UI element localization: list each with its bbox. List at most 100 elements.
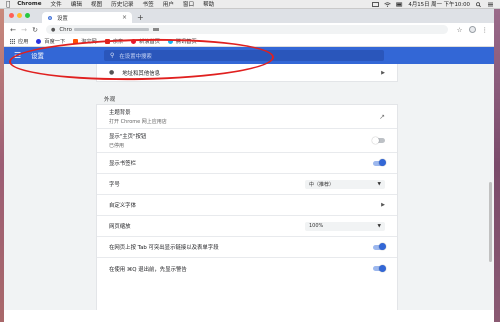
url-redacted-end bbox=[152, 28, 159, 31]
baidu-icon bbox=[36, 38, 42, 44]
warn-quit-toggle[interactable] bbox=[373, 264, 386, 272]
page-zoom-select[interactable]: 100% ▼ bbox=[305, 221, 385, 231]
back-button[interactable]: ← bbox=[10, 26, 16, 34]
bookmark-jd[interactable]: 京东 bbox=[104, 38, 124, 45]
more-menu-icon[interactable]: ⋮ bbox=[482, 26, 489, 34]
battery-icon[interactable] bbox=[396, 2, 403, 7]
home-button-toggle[interactable] bbox=[372, 136, 385, 144]
search-icon: ⚲ bbox=[110, 52, 115, 59]
wifi-icon[interactable] bbox=[384, 1, 392, 7]
tab-highlight-row[interactable]: 在网页上按 Tab 可突出显示链接以及表单字段 bbox=[97, 237, 397, 258]
tab-settings[interactable]: 设置 × bbox=[42, 12, 132, 23]
gear-icon bbox=[48, 15, 52, 20]
menu-help[interactable]: 帮助 bbox=[203, 0, 214, 8]
bookmarks-bar-row[interactable]: 显示书签栏 bbox=[97, 153, 397, 174]
sina-icon bbox=[131, 38, 137, 44]
row-label: 自定义字体 bbox=[109, 203, 136, 209]
avatar[interactable] bbox=[468, 25, 476, 33]
home-button-row[interactable]: 显示"主页"按钮 已停用 bbox=[97, 129, 397, 153]
notification-center-icon[interactable] bbox=[487, 2, 494, 7]
browser-toolbar: ← → ↻ ● Chro ☆ ⋮ bbox=[4, 23, 494, 36]
bookmark-label: 京东 bbox=[112, 38, 124, 45]
address-bar[interactable]: ● Chro bbox=[46, 25, 448, 34]
chrome-window: 设置 × + ← → ↻ ● Chro ☆ ⋮ 应用 百度一下 淘宝网 京东 新… bbox=[4, 9, 494, 322]
desktop-wallpaper-right bbox=[494, 8, 500, 322]
font-size-row: 字号 中（推荐） ▼ bbox=[97, 174, 397, 195]
apple-icon[interactable]:  bbox=[6, 0, 10, 8]
bookmark-label: 百度一下 bbox=[44, 38, 66, 45]
location-pin-icon: ● bbox=[109, 69, 115, 76]
chevron-right-icon: ▶ bbox=[381, 69, 385, 76]
bookmark-star-icon[interactable]: ☆ bbox=[457, 26, 463, 34]
tab-strip: 设置 × + bbox=[4, 9, 494, 23]
menu-edit[interactable]: 编辑 bbox=[71, 0, 82, 8]
row-label: 主题背景 bbox=[109, 110, 131, 116]
row-label: 网页缩放 bbox=[109, 224, 131, 230]
menu-file[interactable]: 文件 bbox=[51, 0, 62, 8]
new-tab-button[interactable]: + bbox=[137, 13, 144, 22]
reload-button[interactable]: ↻ bbox=[32, 26, 38, 34]
row-sublabel: 已停用 bbox=[109, 143, 125, 149]
address-row[interactable]: ● 地址和其他信息 ▶ bbox=[97, 64, 397, 81]
menu-window[interactable]: 窗口 bbox=[183, 0, 194, 8]
menu-people[interactable]: 用户 bbox=[163, 0, 174, 8]
menu-view[interactable]: 视图 bbox=[91, 0, 102, 8]
search-input[interactable]: ⚲ 在设置中搜索 bbox=[104, 50, 384, 61]
search-placeholder: 在设置中搜索 bbox=[119, 53, 152, 60]
settings-content: ● 地址和其他信息 ▶ 外观 主题背景 打开 Chrome 网上应用店 ↗ 显示… bbox=[4, 64, 494, 310]
chevron-right-icon: ▶ bbox=[381, 202, 385, 208]
menu-app[interactable]: Chrome bbox=[17, 1, 41, 7]
apps-grid-icon bbox=[10, 38, 15, 44]
site-info-icon[interactable]: ● bbox=[51, 27, 55, 33]
bookmark-taobao[interactable]: 淘宝网 bbox=[73, 38, 97, 45]
url-redacted bbox=[73, 28, 149, 31]
row-label: 在使用 ⌘Q 退出前，先显示警告 bbox=[109, 266, 187, 273]
url-text: Chro bbox=[59, 26, 72, 33]
taobao-icon bbox=[73, 38, 79, 44]
minimize-window-button[interactable] bbox=[17, 13, 22, 18]
appearance-card: 主题背景 打开 Chrome 网上应用店 ↗ 显示"主页"按钮 已停用 显示书签… bbox=[97, 105, 397, 310]
row-label: 地址和其他信息 bbox=[122, 70, 160, 77]
zoom-window-button[interactable] bbox=[25, 13, 30, 18]
dropdown-arrow-icon: ▼ bbox=[377, 181, 381, 187]
external-link-icon[interactable]: ↗ bbox=[379, 113, 385, 121]
hamburger-menu-icon[interactable]: ☰ bbox=[14, 51, 21, 60]
window-controls bbox=[9, 13, 30, 18]
section-title-appearance: 外观 bbox=[104, 97, 116, 103]
clock[interactable]: 4月15日 周一 下午10:00 bbox=[408, 0, 470, 8]
bookmark-apps[interactable]: 应用 bbox=[10, 38, 28, 45]
menu-history[interactable]: 历史记录 bbox=[111, 0, 133, 8]
select-value: 中（推荐） bbox=[309, 181, 335, 188]
forward-button[interactable]: → bbox=[21, 26, 27, 34]
page-zoom-row: 网页缩放 100% ▼ bbox=[97, 216, 397, 237]
page-title: 设置 bbox=[31, 52, 44, 60]
bookmark-label: 应用 bbox=[18, 38, 29, 45]
bookmark-label: 淘宝网 bbox=[81, 38, 97, 45]
menu-bookmarks[interactable]: 书签 bbox=[143, 0, 154, 8]
warn-quit-row[interactable]: 在使用 ⌘Q 退出前，先显示警告 bbox=[97, 258, 397, 279]
row-label: 显示书签栏 bbox=[109, 161, 136, 167]
bookmark-label: 腾讯首页 bbox=[175, 38, 197, 45]
bookmarks-bar: 应用 百度一下 淘宝网 京东 新浪首页 腾讯首页 bbox=[4, 36, 494, 47]
theme-row[interactable]: 主题背景 打开 Chrome 网上应用店 ↗ bbox=[97, 105, 397, 129]
screen-icon[interactable] bbox=[372, 1, 380, 7]
bookmark-qq[interactable]: 腾讯首页 bbox=[167, 38, 197, 45]
row-label: 字号 bbox=[109, 182, 120, 188]
row-sublabel: 打开 Chrome 网上应用店 bbox=[109, 119, 167, 125]
jd-icon bbox=[104, 38, 110, 44]
spotlight-icon[interactable] bbox=[475, 1, 482, 7]
scrollbar[interactable] bbox=[489, 182, 492, 262]
autofill-card: ● 地址和其他信息 ▶ bbox=[97, 64, 397, 81]
select-value: 100% bbox=[309, 223, 324, 229]
font-size-select[interactable]: 中（推荐） ▼ bbox=[305, 179, 385, 189]
custom-fonts-row[interactable]: 自定义字体 ▶ bbox=[97, 195, 397, 216]
bookmark-sina[interactable]: 新浪首页 bbox=[131, 38, 160, 45]
bookmarks-bar-toggle[interactable] bbox=[373, 159, 386, 166]
tab-close-icon[interactable]: × bbox=[122, 14, 127, 21]
bookmark-baidu[interactable]: 百度一下 bbox=[36, 38, 65, 45]
close-window-button[interactable] bbox=[9, 13, 14, 18]
tab-highlight-toggle[interactable] bbox=[373, 243, 386, 250]
dropdown-arrow-icon: ▼ bbox=[377, 223, 381, 229]
mac-menubar:  Chrome 文件 编辑 视图 历史记录 书签 用户 窗口 帮助 4月15日… bbox=[0, 0, 500, 9]
row-label: 在网页上按 Tab 可突出显示链接以及表单字段 bbox=[109, 245, 219, 251]
